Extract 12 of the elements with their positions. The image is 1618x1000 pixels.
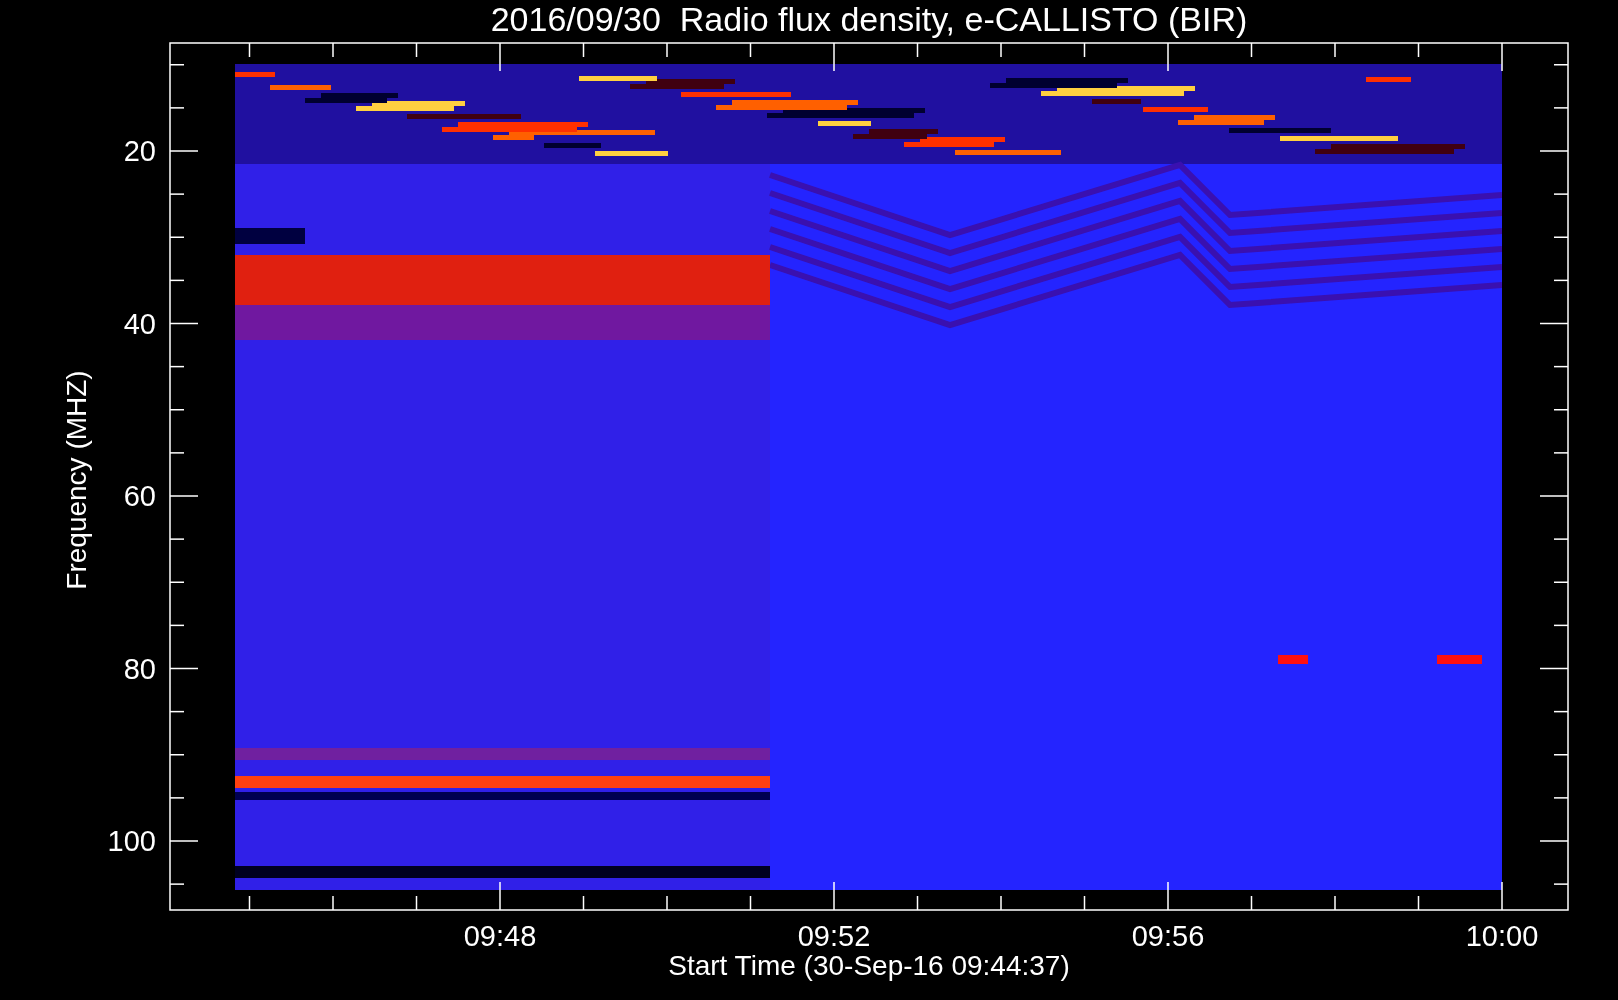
y-tick-label: 60 [123, 480, 156, 512]
y-tick-label: 100 [107, 825, 156, 857]
chart-title: 2016/09/30 Radio flux density, e-CALLISTO (BIR) [490, 0, 1248, 38]
x-tick-label: 10:00 [1465, 920, 1539, 952]
y-axis-label: Frequency (MHZ) [61, 370, 92, 590]
y-tick-label: 20 [123, 135, 156, 167]
x-tick-label: 09:56 [1131, 920, 1205, 952]
y-tick-label: 40 [123, 307, 156, 340]
y-tick-label: 80 [123, 652, 156, 685]
x-tick-label: 09:48 [463, 920, 537, 952]
x-tick-label: 09:52 [797, 920, 871, 952]
x-axis-label: Start Time (30-Sep-16 09:44:37) [668, 950, 1070, 981]
